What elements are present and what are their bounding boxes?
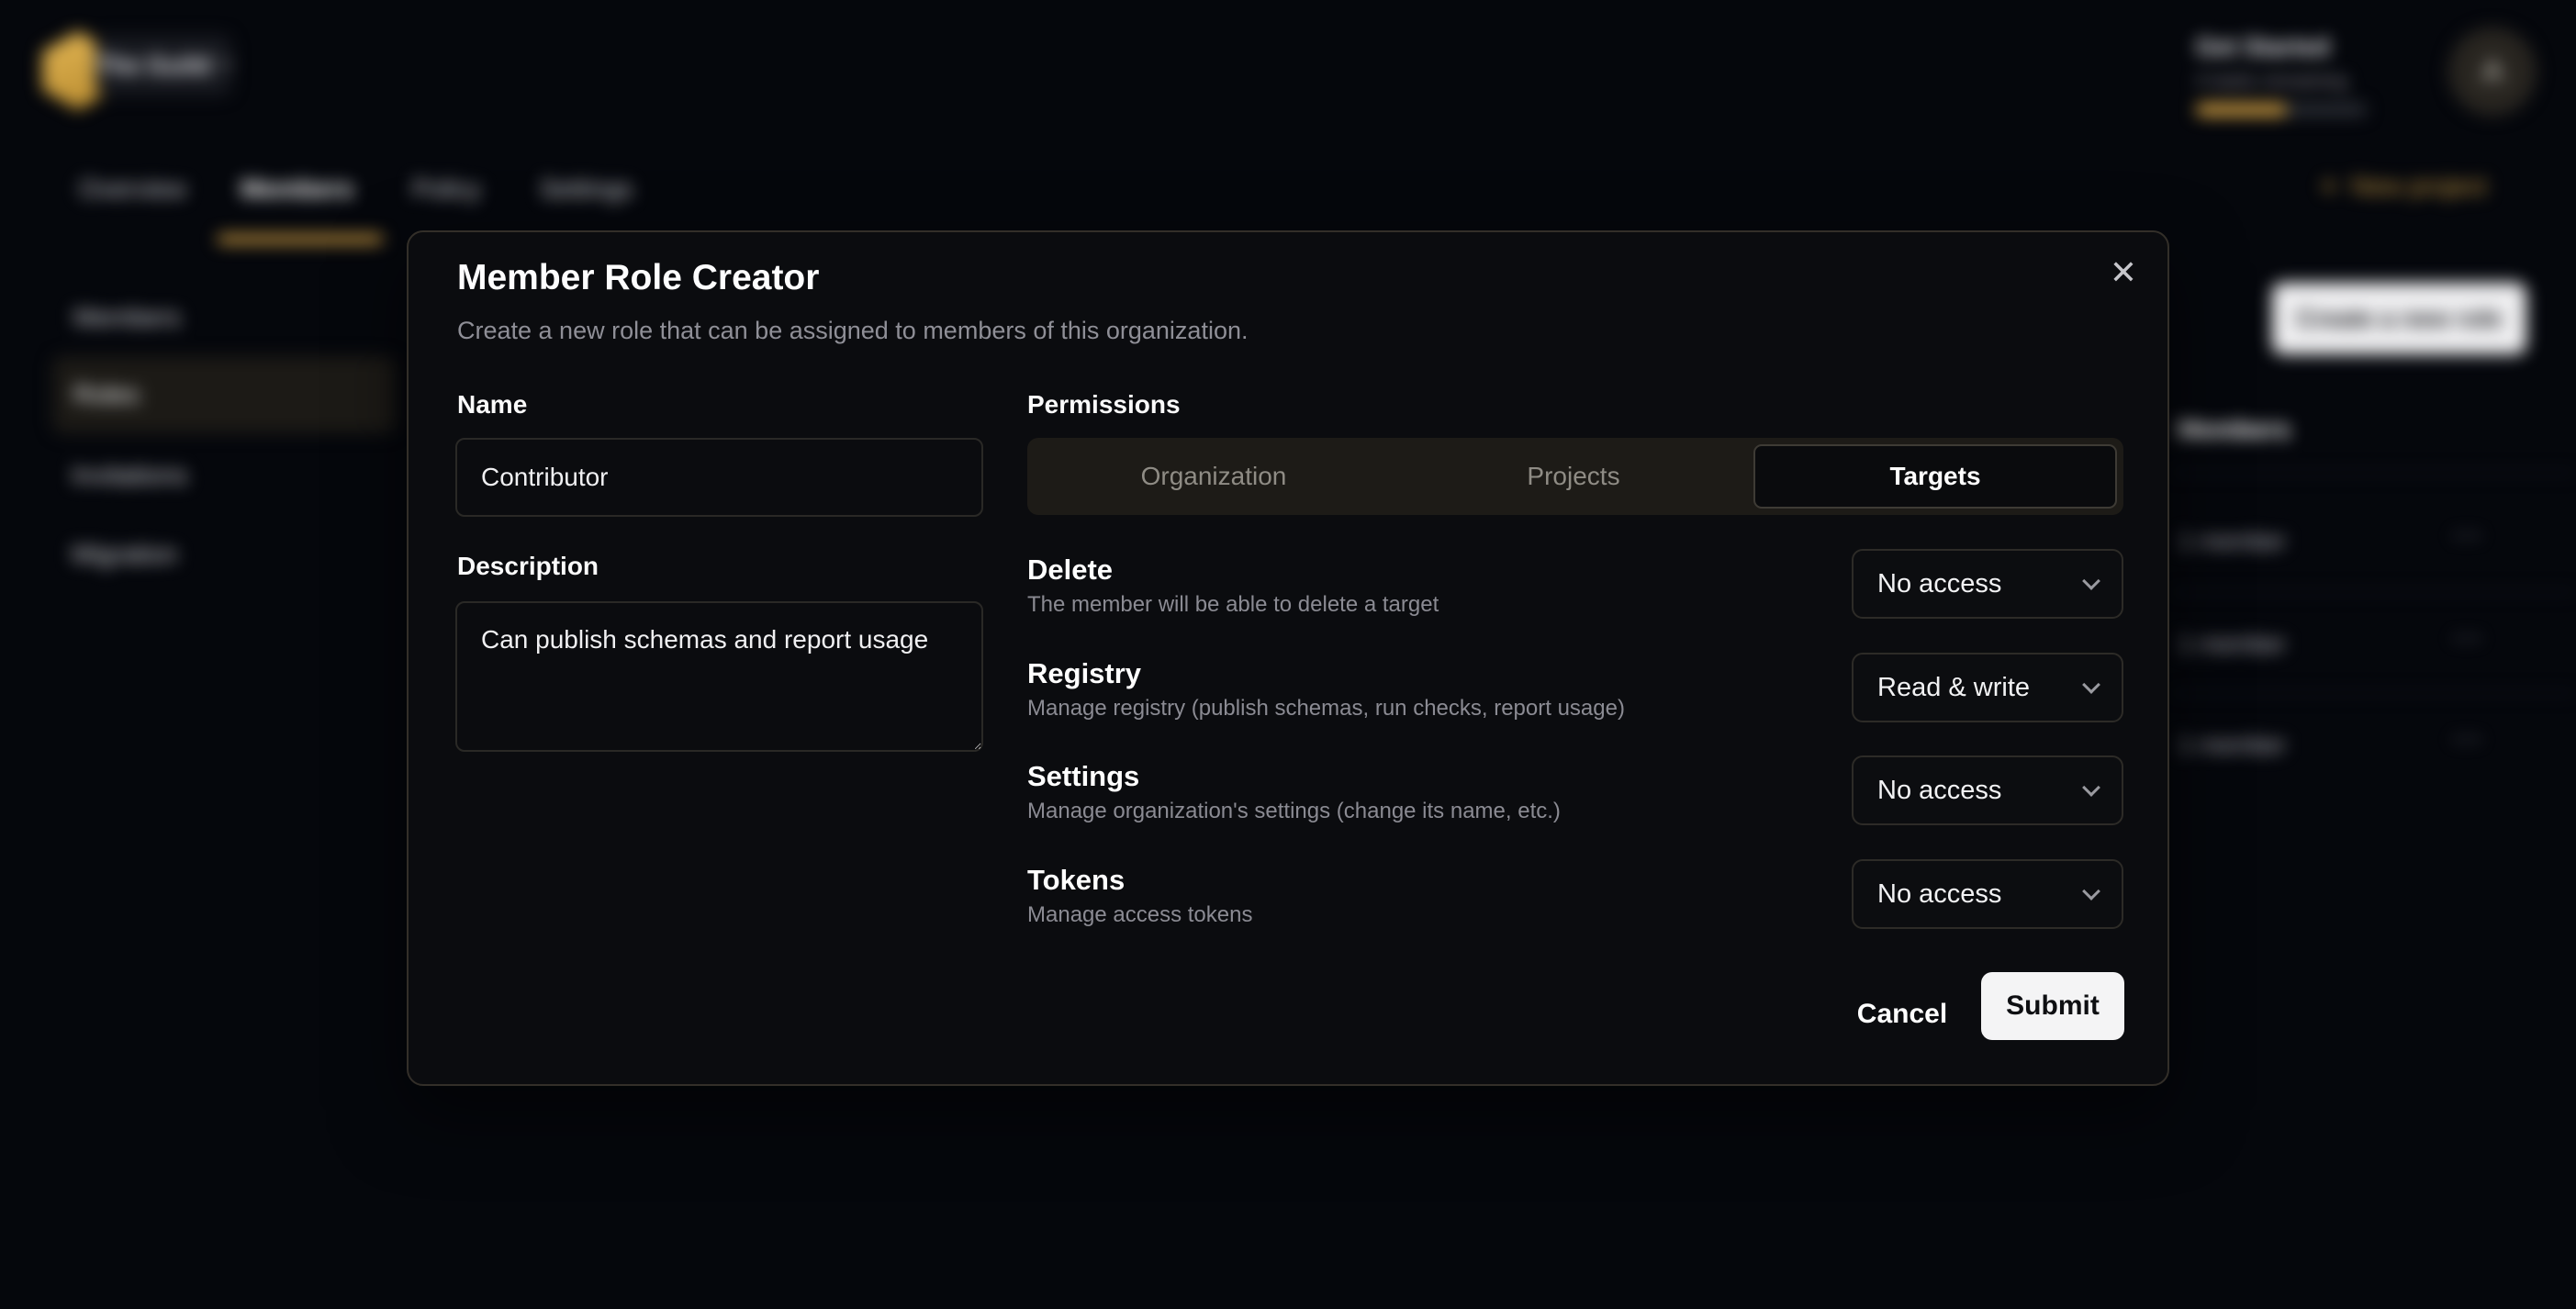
permission-row-settings: Settings Manage organization's settings … (1027, 755, 2123, 847)
app-screen: The Guild Overview Members Policy Settin… (0, 0, 2576, 1309)
settings-access-select[interactable]: No access (1852, 755, 2123, 825)
row-menu-icon[interactable]: ⋯ (2451, 622, 2482, 654)
chevron-down-icon (219, 56, 232, 69)
get-started-progress-fill (2196, 104, 2287, 116)
chevron-down-icon (2082, 882, 2100, 901)
member-role-creator-modal: ✕ Member Role Creator Create a new role … (407, 230, 2169, 1086)
description-label: Description (457, 552, 599, 581)
select-value: No access (1877, 569, 2001, 599)
permission-row-registry: Registry Manage registry (publish schema… (1027, 653, 2123, 744)
permission-row-tokens: Tokens Manage access tokens No access (1027, 859, 2123, 951)
org-name: The Guild (96, 51, 211, 80)
row-menu-icon[interactable]: ⋯ (2451, 723, 2482, 755)
cancel-button[interactable]: Cancel (1841, 983, 1964, 1046)
close-icon[interactable]: ✕ (2100, 249, 2147, 296)
org-switcher-button[interactable]: The Guild (95, 35, 231, 95)
perm-tab-targets[interactable]: Targets (1753, 444, 2117, 509)
modal-title: Member Role Creator (457, 258, 819, 298)
perm-tab-organization[interactable]: Organization (1034, 444, 1394, 509)
chevron-down-icon (2082, 572, 2100, 590)
sidebar-item-invitations[interactable]: Invitations (72, 461, 187, 490)
sidebar-item-members[interactable]: Members (73, 303, 181, 332)
chevron-down-icon (2082, 778, 2100, 797)
role-row-members-count: 1 member (2178, 731, 2286, 759)
select-value: Read & write (1877, 673, 2030, 703)
get-started-progress-track (2196, 104, 2367, 116)
avatar-letter: A (2482, 54, 2503, 90)
permissions-label: Permissions (1027, 390, 1181, 420)
tab-members[interactable]: Members (241, 174, 353, 204)
user-avatar[interactable]: A (2448, 28, 2537, 116)
sidebar-item-roles-label: Roles (73, 380, 140, 409)
registry-access-select[interactable]: Read & write (1852, 653, 2123, 722)
delete-access-select[interactable]: No access (1852, 549, 2123, 619)
description-textarea[interactable]: Can publish schemas and report usage (455, 601, 983, 752)
get-started-widget[interactable]: Get Started 4 tasks remaining (2196, 33, 2435, 116)
tab-settings[interactable]: Settings (540, 174, 633, 204)
tab-overview[interactable]: Overview (79, 174, 186, 204)
role-row-members-count: 1 member (2178, 630, 2286, 658)
get-started-title: Get Started (2196, 33, 2435, 62)
name-label: Name (457, 390, 527, 420)
new-project-button[interactable]: + New project (2320, 171, 2487, 202)
select-value: No access (1877, 776, 2001, 806)
create-new-role-button[interactable]: Create a new role (2272, 283, 2526, 354)
table-divider (2170, 692, 2576, 694)
sidebar-item-migration[interactable]: Migration (72, 540, 177, 569)
modal-subtitle: Create a new role that can be assigned t… (457, 317, 1248, 345)
role-row-members-count: 1 member (2178, 527, 2286, 555)
name-input[interactable] (455, 438, 983, 517)
row-menu-icon[interactable]: ⋯ (2451, 520, 2482, 551)
chevron-down-icon (2082, 676, 2100, 694)
submit-button[interactable]: Submit (1981, 972, 2124, 1040)
select-value: No access (1877, 879, 2001, 910)
members-column-header: Members (2178, 415, 2290, 444)
permission-row-delete: Delete The member will be able to delete… (1027, 549, 2123, 641)
active-tab-underline (218, 235, 383, 243)
get-started-subtitle: 4 tasks remaining (2196, 71, 2435, 93)
table-divider (2170, 472, 2576, 474)
tokens-access-select[interactable]: No access (1852, 859, 2123, 929)
table-divider (2170, 591, 2576, 593)
sidebar-item-roles[interactable]: Roles (52, 356, 396, 433)
perm-tab-projects[interactable]: Projects (1394, 444, 1753, 509)
permissions-tablist: Organization Projects Targets (1027, 438, 2123, 515)
plus-icon: + (2320, 171, 2338, 202)
new-project-label: New project (2351, 172, 2487, 201)
tab-policy[interactable]: Policy (412, 174, 481, 204)
